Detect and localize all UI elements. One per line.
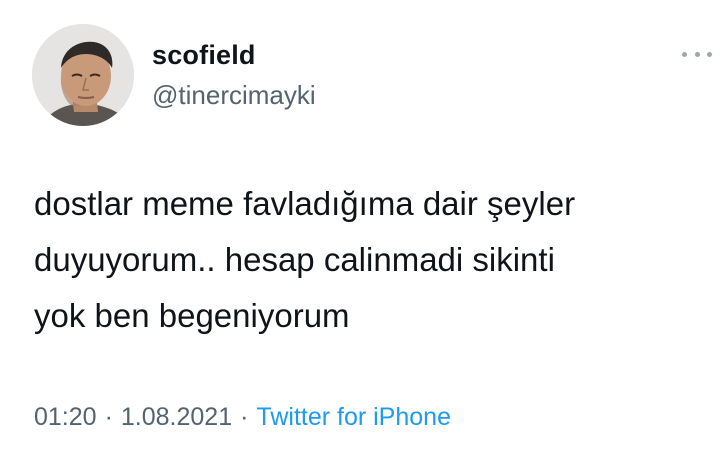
avatar[interactable] [32, 24, 134, 126]
user-handle[interactable]: @tinercimayki [152, 80, 316, 111]
tweet-date[interactable]: 1.08.2021 [121, 403, 232, 431]
dot [682, 51, 687, 57]
meta-separator: · [104, 403, 113, 431]
tweet-meta: 01:20 · 1.08.2021 · Twitter for iPhone [34, 403, 451, 432]
dot [707, 51, 712, 57]
tweet-card: scofield @tinercimayki dostlar meme favl… [0, 0, 726, 453]
meta-separator: · [240, 403, 249, 431]
more-options-icon[interactable] [682, 48, 712, 60]
tweet-time[interactable]: 01:20 [34, 403, 97, 431]
display-name[interactable]: scofield [152, 40, 256, 71]
tweet-source-link[interactable]: Twitter for iPhone [256, 403, 451, 431]
profile-photo-icon [32, 24, 134, 126]
tweet-text: dostlar meme favladığıma dair şeyler duy… [34, 185, 576, 334]
dot [694, 51, 700, 57]
